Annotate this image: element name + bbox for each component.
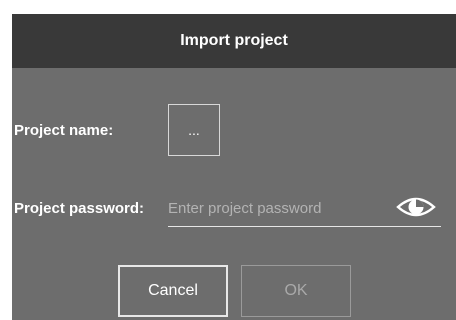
eye-icon[interactable] bbox=[396, 195, 436, 219]
project-password-label: Project password: bbox=[14, 200, 145, 217]
dialog-title: Import project bbox=[180, 32, 288, 49]
project-name-label: Project name: bbox=[14, 122, 114, 139]
password-underline bbox=[168, 226, 441, 227]
cancel-button-label: Cancel bbox=[148, 282, 198, 299]
project-password-input[interactable] bbox=[168, 192, 388, 224]
cancel-button[interactable]: Cancel bbox=[118, 265, 228, 317]
import-project-dialog: Import project Project name: ... Project… bbox=[12, 14, 456, 320]
ok-button-label: OK bbox=[284, 282, 308, 299]
dialog-header: Import project bbox=[12, 14, 456, 68]
browse-project-button[interactable]: ... bbox=[168, 104, 220, 156]
ok-button[interactable]: OK bbox=[241, 265, 351, 317]
